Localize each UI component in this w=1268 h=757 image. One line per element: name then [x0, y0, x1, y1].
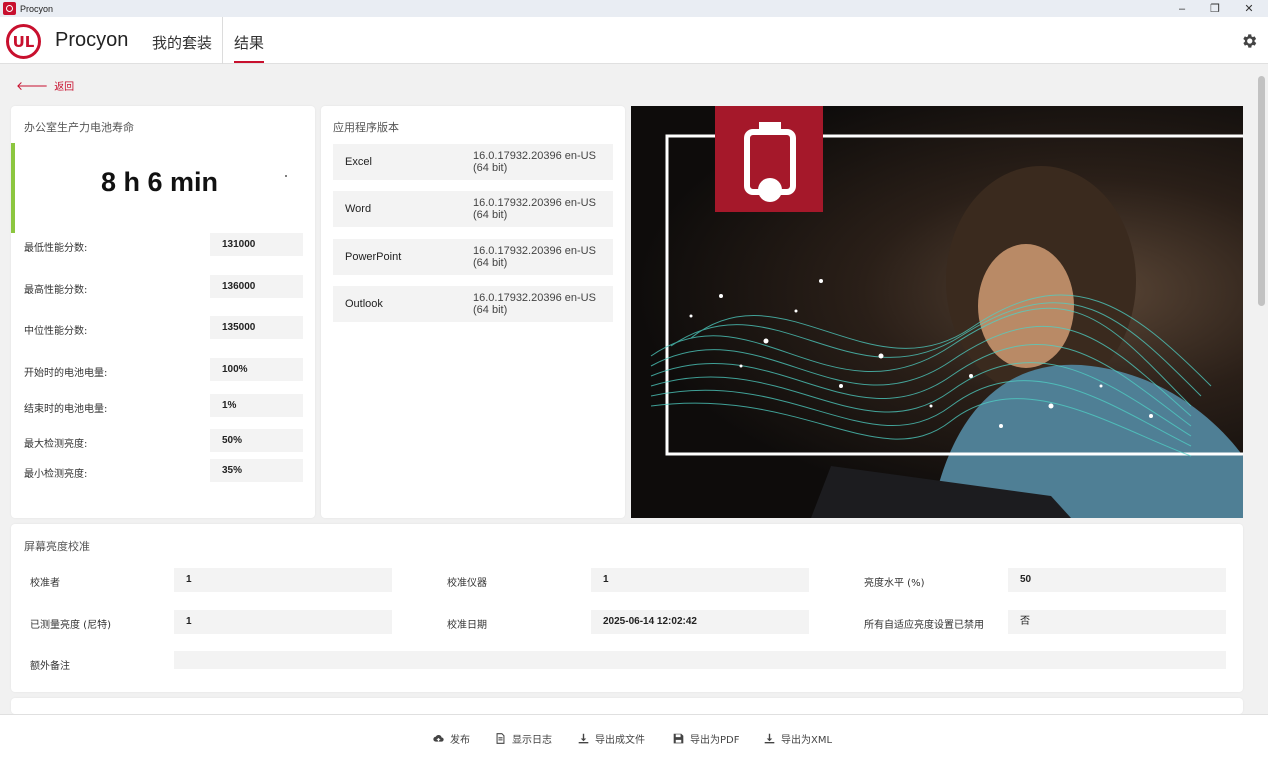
hero-image [631, 106, 1243, 518]
app-row-word: Word 16.0.17932.20396 en-US (64 bit) [333, 191, 613, 227]
stat-value-median-score: 135000 [210, 316, 303, 339]
download-icon [764, 733, 775, 744]
calibrator-value: 1 [174, 568, 392, 592]
stat-value-max-score: 136000 [210, 275, 303, 298]
stat-label-start-battery: 开始时的电池电量: [24, 368, 108, 379]
gear-icon[interactable] [1240, 32, 1258, 50]
measured-brightness-label: 已测量亮度 (尼特) [30, 620, 111, 631]
download-icon [578, 733, 589, 744]
brightness-level-label: 亮度水平 (%) [864, 578, 925, 589]
stat-label-max-brightness: 最大检测亮度: [24, 439, 88, 450]
nav-my-suites[interactable]: 我的套装 [152, 32, 212, 53]
export-pdf-button[interactable]: 导出为PDF [673, 731, 739, 746]
back-link[interactable]: 🡐 返回 [16, 78, 74, 93]
window-titlebar: Procyon – ❐ ✕ [0, 0, 1268, 17]
close-button[interactable]: ✕ [1232, 0, 1266, 17]
score-dot [285, 175, 287, 177]
adaptive-brightness-value: 否 [1008, 610, 1226, 634]
stat-value-min-brightness: 35% [210, 459, 303, 482]
arrow-left-icon: 🡐 [16, 79, 49, 93]
window-title: Procyon [20, 3, 54, 14]
stat-value-max-brightness: 50% [210, 429, 303, 452]
app-version: 16.0.17932.20396 en-US (64 bit) [473, 197, 596, 221]
show-log-label: 显示日志 [512, 735, 552, 746]
ul-logo[interactable]: UL [6, 24, 41, 59]
app-name: Word [345, 203, 372, 215]
save-icon [673, 733, 684, 744]
stat-value-min-score: 131000 [210, 233, 303, 256]
footer-toolbar: 发布 显示日志 导出成文件 导出为PDF 导出为XML [0, 714, 1268, 757]
nav-results[interactable]: 结果 [234, 32, 264, 53]
stat-label-min-score: 最低性能分数: [24, 243, 88, 254]
vertical-scrollbar[interactable] [1255, 64, 1268, 714]
brand-name: Procyon [55, 29, 129, 51]
brightness-level-value: 50 [1008, 568, 1226, 592]
publish-label: 发布 [450, 735, 470, 746]
stat-label-median-score: 中位性能分数: [24, 326, 88, 337]
app-versions-title: 应用程序版本 [333, 121, 399, 134]
notes-label: 额外备注 [30, 661, 70, 672]
stat-label-end-battery: 结束时的电池电量: [24, 404, 108, 415]
calibration-date-label: 校准日期 [447, 620, 487, 631]
export-file-button[interactable]: 导出成文件 [578, 731, 645, 746]
scrollbar-thumb[interactable] [1258, 76, 1265, 306]
publish-button[interactable]: 发布 [433, 731, 470, 746]
app-name: Outlook [345, 298, 383, 310]
stat-label-max-score: 最高性能分数: [24, 285, 88, 296]
app-name: PowerPoint [345, 251, 402, 263]
calibration-date-value: 2025-06-14 12:02:42 [591, 610, 809, 634]
app-version: 16.0.17932.20396 en-US (64 bit) [473, 150, 596, 174]
app-version: 16.0.17932.20396 en-US (64 bit) [473, 292, 596, 316]
export-file-label: 导出成文件 [595, 735, 645, 746]
back-label: 返回 [54, 82, 75, 93]
export-xml-button[interactable]: 导出为XML [764, 731, 832, 746]
nav-divider [222, 17, 223, 64]
battery-life-score: 8 h 6 min [101, 167, 219, 197]
export-xml-label: 导出为XML [781, 735, 833, 746]
app-icon [3, 2, 16, 15]
calibrator-label: 校准者 [30, 578, 60, 589]
stat-value-end-battery: 1% [210, 394, 303, 417]
adaptive-brightness-label: 所有自适应亮度设置已禁用 [864, 620, 984, 631]
show-log-button[interactable]: 显示日志 [495, 731, 552, 746]
export-pdf-label: 导出为PDF [690, 735, 740, 746]
instrument-value: 1 [591, 568, 809, 592]
calibration-title: 屏幕亮度校准 [24, 540, 90, 553]
app-row-outlook: Outlook 16.0.17932.20396 en-US (64 bit) [333, 286, 613, 322]
document-icon [496, 733, 505, 744]
notes-value [174, 651, 1226, 669]
measured-brightness-value: 1 [174, 610, 392, 634]
active-tab-indicator [234, 61, 264, 63]
instrument-label: 校准仪器 [447, 578, 487, 589]
maximize-button[interactable]: ❐ [1198, 0, 1232, 17]
stat-label-min-brightness: 最小检测亮度: [24, 469, 88, 480]
app-row-excel: Excel 16.0.17932.20396 en-US (64 bit) [333, 144, 613, 180]
battery-card-title: 办公室生产力电池寿命 [24, 121, 134, 134]
stat-value-start-battery: 100% [210, 358, 303, 381]
next-card-peek [11, 698, 1243, 714]
cloud-upload-icon [433, 734, 444, 742]
app-version: 16.0.17932.20396 en-US (64 bit) [473, 245, 596, 269]
minimize-button[interactable]: – [1165, 0, 1199, 17]
app-header: UL Procyon 我的套装 结果 [0, 17, 1268, 64]
app-name: Excel [345, 156, 372, 168]
app-row-powerpoint: PowerPoint 16.0.17932.20396 en-US (64 bi… [333, 239, 613, 275]
battery-score-panel: 8 h 6 min [11, 143, 315, 233]
hero-illustration [650, 106, 1243, 518]
